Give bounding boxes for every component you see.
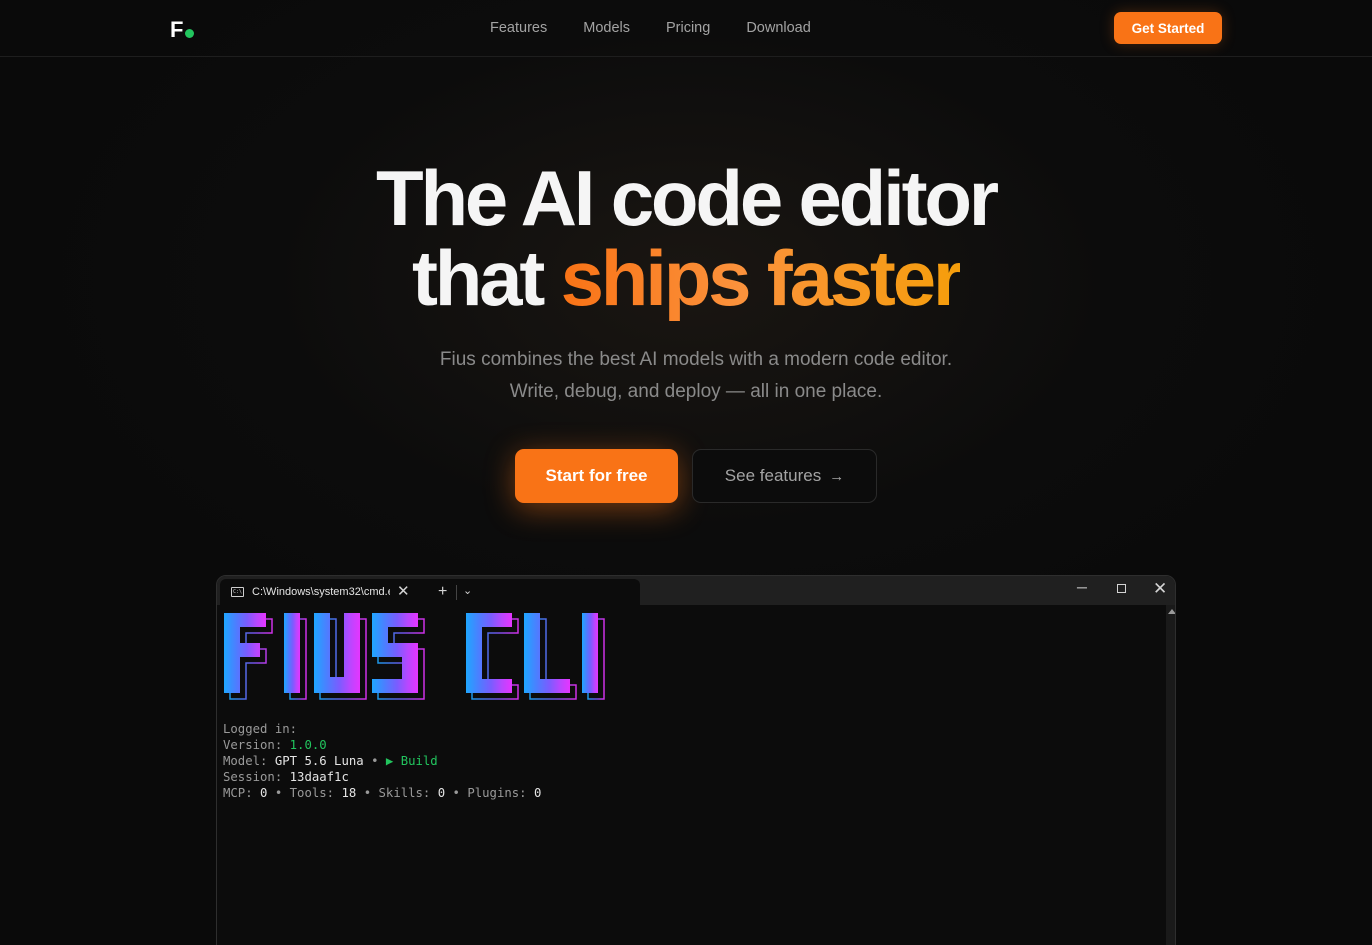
plugins-label: • Plugins: [445,785,534,800]
fius-cli-banner [222,609,612,714]
skills-label: • Skills: [356,785,438,800]
mcp-label: MCP: [223,785,261,800]
arrow-right-icon: → [829,467,845,485]
version-label: Version: [223,737,290,752]
minimize-icon[interactable]: ─ [1077,579,1087,595]
model-value: GPT 5.6 Luna [274,753,364,768]
terminal-scrollbar[interactable] [1166,605,1175,945]
session-value: 13daaf1c [289,769,349,784]
logo-dot-icon [184,29,194,38]
tools-value: 18 [341,785,357,800]
tab-close-icon[interactable]: ✕ [397,582,410,600]
hero-title-accent: ships faster [560,234,964,322]
top-nav: F Features Models Pricing Download Get S… [0,0,1372,57]
tools-label: • Tools: [267,785,342,800]
maximize-icon[interactable] [1117,584,1126,593]
nav-link-features[interactable]: Features [490,20,547,36]
nav-link-download[interactable]: Download [746,20,811,36]
hero-title-line1: The AI code editor [376,154,999,242]
see-features-label: See features [724,466,822,485]
hero-title-line2-plain: that [411,234,561,322]
cmd-icon: C:\ [231,587,244,597]
get-started-button[interactable]: Get Started [1114,12,1222,44]
chevron-down-icon[interactable]: ⌄ [463,584,472,597]
nav-links: Features Models Pricing Download [490,20,847,36]
see-features-button[interactable]: See features → [692,449,877,503]
hero-title: The AI code editor that ships faster [0,158,1372,318]
window-close-icon[interactable]: ✕ [1153,579,1167,599]
terminal-window: C:\ C:\Windows\system32\cmd.exe ✕ + ⌄ ─ … [216,575,1176,945]
logo-letter: F [170,17,183,42]
model-label: Model: [223,753,275,768]
terminal-tab-title: C:\Windows\system32\cmd.exe [252,586,390,598]
logged-in-label: Logged in: [223,722,298,736]
terminal-titlebar: C:\ C:\Windows\system32\cmd.exe ✕ + ⌄ ─ … [217,576,1175,605]
scroll-up-icon[interactable] [1168,609,1175,614]
mode-value: ▶ Build [385,753,438,768]
start-for-free-button[interactable]: Start for free [515,449,678,503]
terminal-tab[interactable]: C:\ C:\Windows\system32\cmd.exe ✕ + ⌄ [220,579,640,605]
fius-cli-banner-art [224,613,605,700]
version-value: 1.0.0 [289,737,327,752]
tab-divider [456,585,457,600]
terminal-output: Logged in: Version: 1.0.0 Model: GPT 5.6… [223,722,541,802]
nav-link-models[interactable]: Models [583,20,630,36]
new-tab-icon[interactable]: + [438,583,447,601]
logo[interactable]: F [170,17,194,43]
model-separator: • [363,753,386,768]
hero-subtitle: Fius combines the best AI models with a … [439,349,953,402]
session-label: Session: [223,769,290,784]
nav-link-pricing[interactable]: Pricing [666,20,710,36]
plugins-value: 0 [533,785,542,800]
